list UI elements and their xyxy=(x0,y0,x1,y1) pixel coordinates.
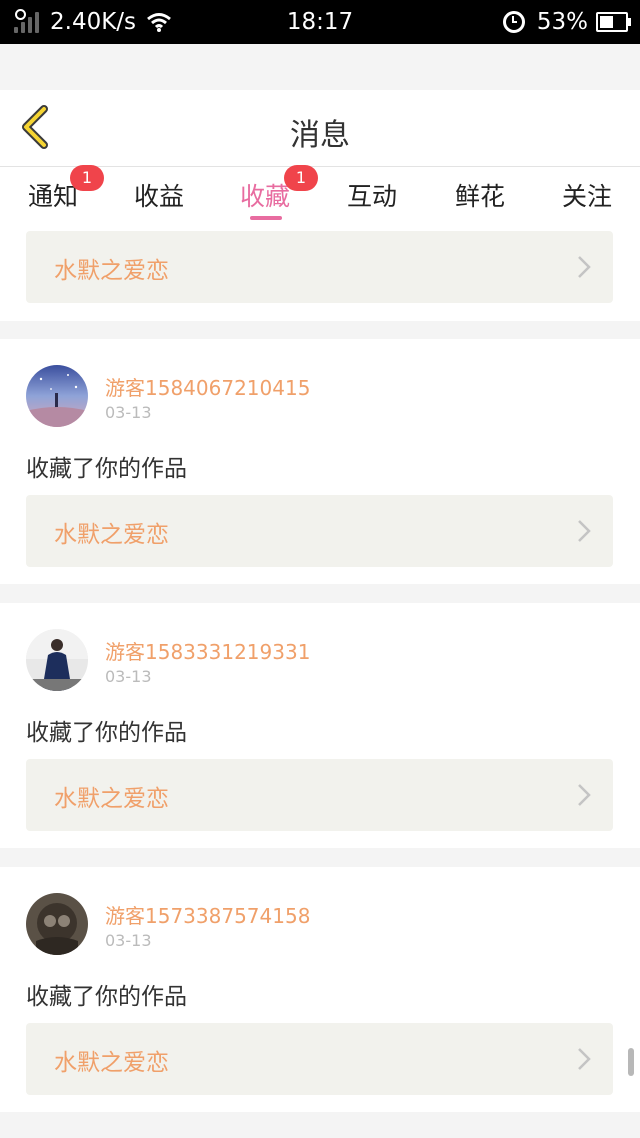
message-text: 收藏了你的作品 xyxy=(26,984,187,1010)
work-title: 水默之爱恋 xyxy=(54,258,169,284)
work-link[interactable]: 水默之爱恋 xyxy=(26,759,613,831)
username[interactable]: 游客1573387574158 xyxy=(105,900,310,929)
work-link[interactable]: 水默之爱恋 xyxy=(26,1023,613,1095)
username[interactable]: 游客1584067210415 xyxy=(105,372,310,401)
username[interactable]: 游客1583331219331 xyxy=(105,636,310,665)
message-date: 03-13 xyxy=(105,667,152,686)
battery-percent: 53% xyxy=(536,9,588,35)
active-tab-indicator xyxy=(250,216,282,220)
tab-interactions[interactable]: 互动 xyxy=(319,177,425,213)
chevron-right-icon xyxy=(578,520,591,542)
tab-favorites[interactable]: 收藏 1 xyxy=(212,165,318,213)
tab-bar: 通知 1 收益 收藏 1 互动 鲜花 关注 xyxy=(0,165,640,225)
tab-label: 互动 xyxy=(346,182,397,211)
tab-label: 收藏 xyxy=(239,182,290,211)
header: 消息 xyxy=(0,90,640,167)
status-right: 53% xyxy=(502,9,631,35)
work-link[interactable]: 水默之爱恋 xyxy=(26,231,613,303)
tab-following[interactable]: 关注 xyxy=(534,177,640,213)
tab-flowers[interactable]: 鲜花 xyxy=(427,177,533,213)
message-card: 游客1584067210415 03-13 收藏了你的作品 水默之爱恋 xyxy=(0,339,640,584)
tab-label: 收益 xyxy=(133,182,184,211)
battery-icon xyxy=(596,12,631,32)
status-bar: 2.40K/s 18:17 53% xyxy=(0,0,640,44)
work-title: 水默之爱恋 xyxy=(54,786,169,812)
work-title: 水默之爱恋 xyxy=(54,1050,169,1076)
avatar[interactable] xyxy=(26,893,88,955)
work-link[interactable]: 水默之爱恋 xyxy=(26,495,613,567)
chevron-right-icon xyxy=(578,1048,591,1070)
tab-earnings[interactable]: 收益 xyxy=(106,177,212,213)
message-card-partial: 水默之爱恋 xyxy=(0,225,640,321)
message-date: 03-13 xyxy=(105,931,152,950)
tab-label: 鲜花 xyxy=(454,182,505,211)
tab-label: 关注 xyxy=(561,182,612,211)
tab-label: 通知 xyxy=(27,182,78,211)
message-card: 游客1583331219331 03-13 收藏了你的作品 水默之爱恋 xyxy=(0,603,640,848)
tab-notifications[interactable]: 通知 1 xyxy=(0,165,106,213)
message-text: 收藏了你的作品 xyxy=(26,456,187,482)
chevron-right-icon xyxy=(578,784,591,806)
page-title: 消息 xyxy=(290,118,350,153)
message-date: 03-13 xyxy=(105,403,152,422)
work-title: 水默之爱恋 xyxy=(54,522,169,548)
scrollbar[interactable] xyxy=(628,1048,634,1076)
message-text: 收藏了你的作品 xyxy=(26,720,187,746)
avatar[interactable] xyxy=(26,629,88,691)
avatar[interactable] xyxy=(26,365,88,427)
chevron-right-icon xyxy=(578,256,591,278)
favorites-badge: 1 xyxy=(284,165,318,191)
alarm-icon xyxy=(502,11,525,33)
notification-badge: 1 xyxy=(70,165,104,191)
message-card: 游客1573387574158 03-13 收藏了你的作品 水默之爱恋 xyxy=(0,867,640,1112)
